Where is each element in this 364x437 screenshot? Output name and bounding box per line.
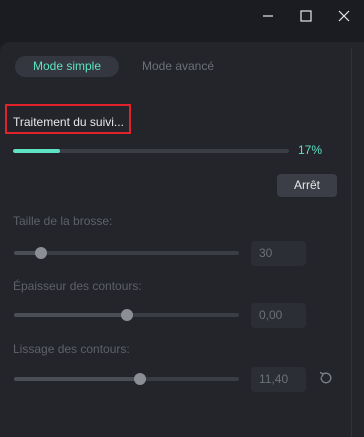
edge-smoothing-slider[interactable]: [14, 373, 239, 385]
brush-size-slider[interactable]: [14, 247, 239, 259]
progress-fill: [13, 149, 60, 153]
brush-size-value[interactable]: 30: [251, 241, 306, 266]
maximize-button[interactable]: [288, 0, 324, 32]
tab-simple-mode[interactable]: Mode simple: [15, 56, 119, 77]
edge-thickness-thumb[interactable]: [120, 309, 133, 321]
close-button[interactable]: [326, 0, 362, 32]
stop-button[interactable]: Arrêt: [277, 174, 337, 197]
maximize-icon: [300, 10, 312, 22]
tab-advanced-mode[interactable]: Mode avancé: [126, 56, 230, 77]
edge-thickness-label: Épaisseur des contours:: [13, 279, 142, 293]
brush-size-thumb[interactable]: [35, 247, 47, 259]
brush-size-label: Taille de la brosse:: [13, 214, 113, 228]
minimize-icon: [263, 15, 273, 17]
reset-icon[interactable]: [318, 370, 334, 386]
edge-smoothing-thumb[interactable]: [134, 373, 146, 385]
progress-percentage: 17%: [298, 143, 323, 157]
edge-thickness-fill: [14, 313, 127, 317]
edge-smoothing-fill: [14, 377, 140, 381]
title-bar: [0, 0, 364, 32]
tracking-status-text: Traitement du suivi...: [13, 115, 124, 129]
edge-thickness-value[interactable]: 0,00: [251, 303, 306, 328]
minimize-button[interactable]: [250, 0, 286, 32]
tracking-progress-bar: [13, 149, 289, 153]
edge-smoothing-label: Lissage des contours:: [13, 342, 130, 356]
edge-smoothing-value[interactable]: 11,40: [251, 367, 306, 392]
panel-divider: [351, 48, 352, 437]
app-window: Mode simple Mode avancé Traitement du su…: [0, 0, 364, 437]
edge-thickness-slider[interactable]: [14, 309, 239, 321]
close-icon: [338, 10, 350, 22]
